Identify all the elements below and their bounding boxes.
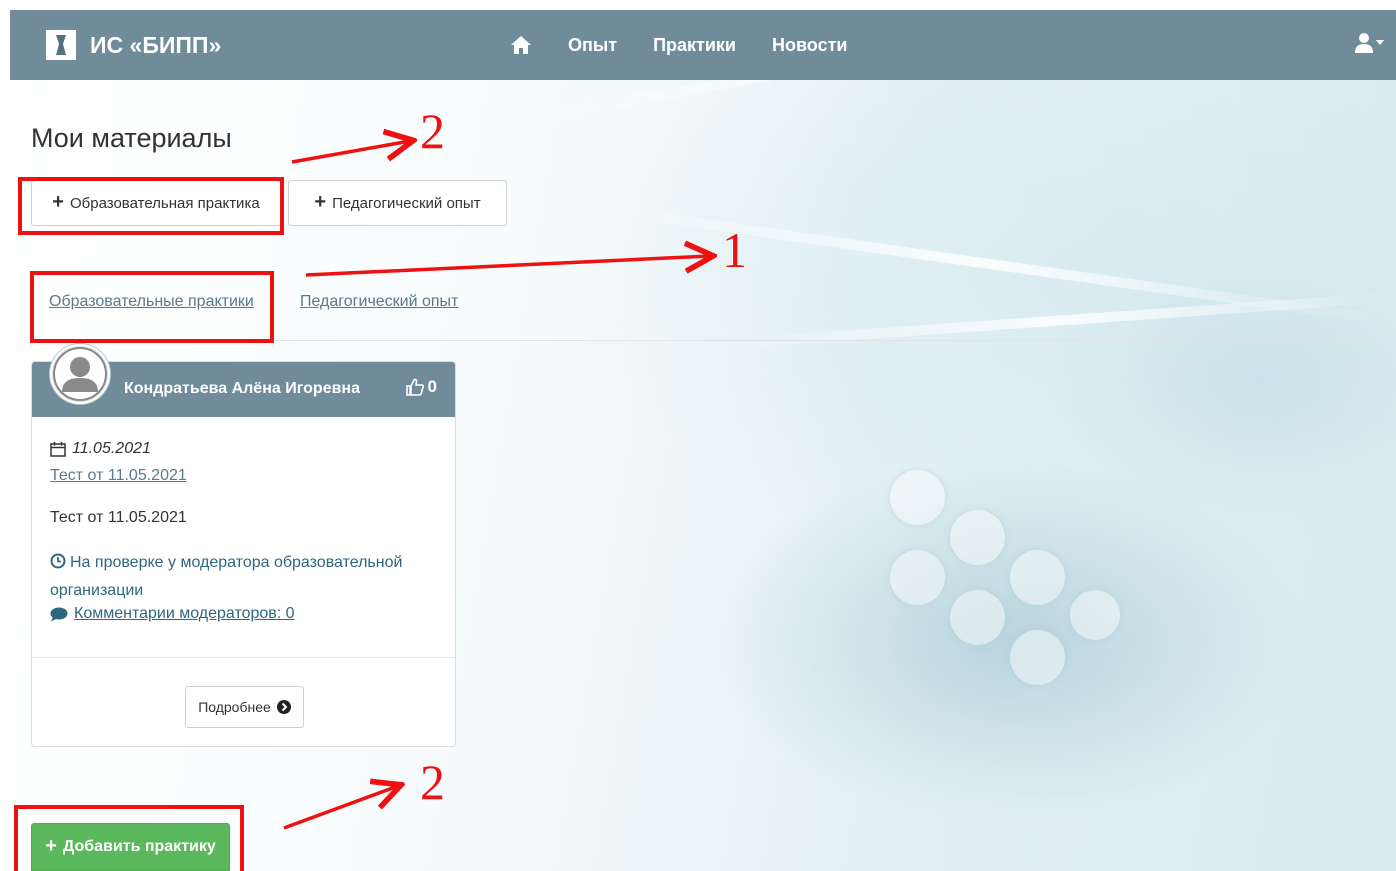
annotation-arrow: [305, 256, 710, 277]
annotation-number-2: 2: [420, 754, 445, 810]
annotation-number-1: 1: [722, 222, 747, 278]
annotation-arrow: [291, 141, 410, 164]
annotation-number-2: 2: [420, 103, 445, 159]
annotation-arrow: [283, 786, 398, 830]
annotation-arrows: [283, 0, 1396, 830]
